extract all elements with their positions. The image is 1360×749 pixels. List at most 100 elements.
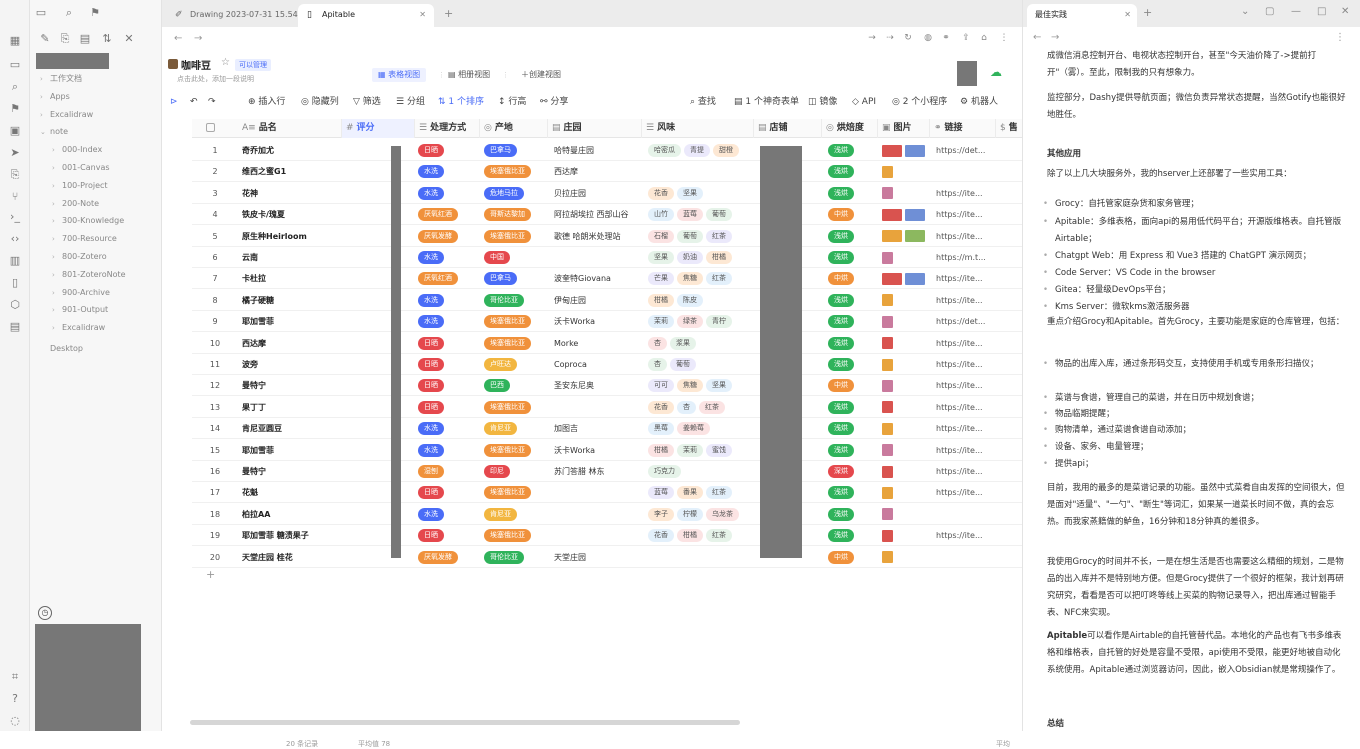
sort-button[interactable]: ⇅ 1 个排序 (438, 95, 484, 109)
origin-cell[interactable]: 埃塞俄比亚 (484, 440, 548, 461)
flavor-cell[interactable]: 柑橘 茉莉 蜜饯 (648, 440, 760, 461)
process-cell[interactable]: 日晒 (418, 525, 482, 546)
tree-item[interactable]: › 100-Project (30, 177, 162, 195)
estate-cell[interactable]: 加图吉 (554, 418, 646, 439)
origin-cell[interactable]: 埃塞俄比亚 (484, 333, 548, 354)
average-stat[interactable]: 平均值 78 (358, 739, 390, 749)
image-cell[interactable] (882, 247, 934, 268)
estate-cell[interactable]: 贝拉庄园 (554, 183, 646, 204)
column-header[interactable]: ☰ 风味 (642, 119, 754, 138)
forward-arrow-icon[interactable]: → (1051, 32, 1059, 43)
image-thumbnail[interactable] (882, 337, 893, 350)
select-all-checkbox[interactable] (206, 123, 215, 132)
calendar-icon[interactable]: ▣ (7, 124, 23, 138)
image-thumbnail[interactable] (882, 465, 893, 478)
tool-link[interactable]: Grocy (1055, 199, 1080, 209)
table-row[interactable]: 12 曼特宁 日晒 巴西 圣安东尼奥 可可 焦糖 坚果 中烘 https://ite... (192, 375, 1040, 397)
product-name[interactable]: 果丁丁 (242, 397, 342, 418)
forward-arrow-icon[interactable]: → (194, 33, 202, 44)
horizontal-scrollbar[interactable] (190, 720, 740, 725)
image-thumbnail[interactable] (882, 551, 893, 564)
more-icon[interactable]: ⋮ (998, 33, 1010, 43)
process-cell[interactable]: 日晒 (418, 397, 482, 418)
terminal-icon[interactable]: ›_ (7, 210, 23, 224)
table-row[interactable]: 14 肯尼亚圆豆 水洗 肯尼亚 加图吉 黑莓 姜赖莓 浅烘 https://ite... (192, 418, 1040, 440)
roast-cell[interactable]: 深烘 (828, 461, 882, 482)
tool-link[interactable]: Chatgpt Web (1055, 251, 1110, 261)
image-cell[interactable] (882, 525, 934, 546)
files-icon[interactable]: ▭ (34, 6, 48, 20)
link-cell[interactable]: https://m.t... (936, 247, 998, 268)
image-cell[interactable] (882, 354, 934, 375)
back-arrow-icon[interactable]: ← (174, 33, 182, 44)
product-name[interactable]: 耶加雪菲 (242, 440, 342, 461)
product-name[interactable]: 奇乔加尤 (242, 140, 342, 161)
product-name[interactable]: 花神 (242, 183, 342, 204)
tool-link[interactable]: Code Server (1055, 268, 1107, 278)
estate-cell[interactable]: 苏门答腊 林东 (554, 461, 646, 482)
estate-cell[interactable]: Morke (554, 333, 646, 354)
book-icon[interactable]: ▥ (7, 254, 23, 268)
tree-item[interactable]: › 901-Output (30, 301, 162, 319)
back-arrow-icon[interactable]: ← (1033, 32, 1041, 43)
tool-link[interactable]: Gitea (1055, 285, 1078, 295)
table-row[interactable]: 9 耶加雪菲 水洗 埃塞俄比亚 沃卡Worka 茉莉 绿茶 青柠 浅烘 https://det..… (192, 311, 1040, 333)
image-cell[interactable] (882, 397, 934, 418)
row-height-button[interactable]: ↕ 行高 (498, 95, 526, 109)
tree-item[interactable]: › 工作文档 (30, 70, 162, 88)
estate-cell[interactable]: 沃卡Worka (554, 311, 646, 332)
new-canvas-icon[interactable]: ⎘ (58, 32, 72, 46)
create-view-button[interactable]: ＋创建视图 (521, 68, 561, 82)
column-header[interactable]: ◎ 烘焙度 (822, 119, 878, 138)
table-row[interactable]: 18 柏拉AA 水洗 肯尼亚 李子 柠檬 乌龙茶 浅烘 (192, 504, 1040, 525)
image-thumbnail[interactable] (882, 358, 893, 371)
image-thumbnail[interactable] (882, 422, 893, 435)
image-thumbnail[interactable] (882, 144, 902, 157)
origin-cell[interactable]: 肯尼亚 (484, 418, 548, 439)
clock-icon[interactable]: ◷ (38, 606, 52, 620)
roast-cell[interactable]: 中烘 (828, 204, 882, 225)
estate-cell[interactable]: 西达摩 (554, 161, 646, 182)
refresh-icon[interactable]: ↻ (902, 33, 914, 43)
flavor-cell[interactable]: 柑橘 陈皮 (648, 290, 760, 311)
table-row[interactable]: 1 奇乔加尤 日晒 巴拿马 哈特曼庄园 哈密瓜 青提 甜橙 浅烘 https://det... (192, 140, 1040, 161)
flavor-cell[interactable] (648, 161, 760, 182)
roast-cell[interactable]: 浅烘 (828, 397, 882, 418)
image-cell[interactable] (882, 482, 934, 503)
image-thumbnail[interactable] (882, 444, 893, 457)
image-cell[interactable] (882, 504, 934, 525)
link-cell[interactable]: https://ite... (936, 375, 998, 396)
table-row[interactable]: 19 耶加雪菲 糖渍果子 日晒 埃塞俄比亚 花香 柑橘 红茶 浅烘 https://ite... (192, 525, 1040, 547)
process-cell[interactable]: 厌氧红酒 (418, 268, 482, 289)
link-cell[interactable]: https://det... (936, 140, 998, 161)
roast-cell[interactable]: 浅烘 (828, 482, 882, 503)
estate-cell[interactable]: 沃卡Worka (554, 440, 646, 461)
tree-item[interactable]: › Excalidraw (30, 106, 162, 124)
tab-apitable[interactable]: ▯ Apitable ✕ (298, 4, 434, 27)
process-cell[interactable]: 水洗 (418, 504, 482, 525)
roast-cell[interactable]: 浅烘 (828, 333, 882, 354)
image-cell[interactable] (882, 161, 934, 182)
image-thumbnail[interactable] (905, 230, 925, 243)
code-icon[interactable]: ‹› (7, 232, 23, 246)
column-header[interactable]: ▤ 店铺 (754, 119, 822, 138)
image-thumbnail[interactable] (905, 208, 925, 221)
share-button[interactable]: ⚯ 分享 (540, 95, 568, 109)
origin-cell[interactable]: 卢旺达 (484, 354, 548, 375)
doc-icon[interactable]: ▯ (7, 276, 23, 290)
search-icon[interactable]: ⌕ (62, 6, 76, 20)
image-cell[interactable] (882, 461, 934, 482)
table-row[interactable]: 2 维西之蜜G1 水洗 埃塞俄比亚 西达摩 浅烘 (192, 161, 1040, 183)
redo-icon[interactable]: ↷ (208, 95, 216, 109)
table-row[interactable]: 10 西达摩 日晒 埃塞俄比亚 Morke 杏浆果 浅烘 https://ite... (192, 333, 1040, 354)
tree-item[interactable]: › 200-Note (30, 195, 162, 213)
table-row[interactable]: 20 天堂庄园 桂花 厌氧发酵 哥伦比亚 天堂庄园 中烘 (192, 547, 1040, 568)
link-cell[interactable]: https://ite... (936, 226, 998, 247)
branch-icon[interactable]: ⑂ (7, 190, 23, 204)
tree-item[interactable]: Desktop (30, 340, 162, 358)
estate-cell[interactable]: 圣安东尼奥 (554, 375, 646, 396)
product-name[interactable]: 维西之蜜G1 (242, 161, 342, 182)
origin-cell[interactable]: 肯尼亚 (484, 504, 548, 525)
flavor-cell[interactable]: 巧克力 (648, 461, 760, 482)
roast-cell[interactable]: 浅烘 (828, 311, 882, 332)
